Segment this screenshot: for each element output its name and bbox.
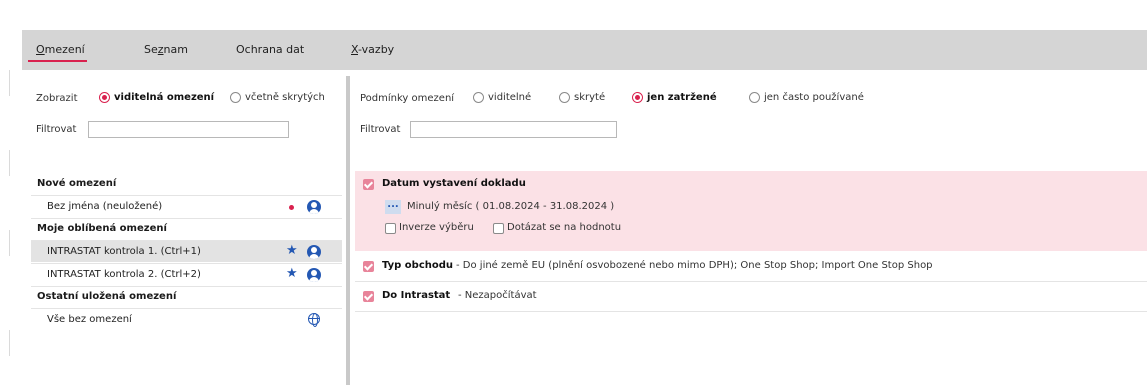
section-other-saved: Ostatní uložená omezení xyxy=(31,286,342,306)
list-item-label: Bez jména (neuložené) xyxy=(47,201,163,212)
radio-hidden[interactable] xyxy=(559,92,570,103)
edge-tick xyxy=(9,150,10,176)
condition-date-expanded: Datum vystavení dokladu ... Minulý měsíc… xyxy=(355,171,1147,251)
radio-show-visible-label[interactable]: viditelná omezení xyxy=(114,92,214,103)
condition-intrastat[interactable]: Do Intrastat - Nezapočítávat xyxy=(355,284,1147,310)
tab-bar: Omezení Seznam Ochrana dat X-vazby xyxy=(22,30,1147,70)
divider xyxy=(355,311,1147,312)
list-item-unsaved[interactable]: Bez jména (neuložené) xyxy=(31,195,342,217)
filter-label: Filtrovat xyxy=(360,124,401,135)
invert-selection-checkbox[interactable] xyxy=(385,223,396,234)
filter-label: Filtrovat xyxy=(36,124,77,135)
condition-value[interactable]: Minulý měsíc ( 01.08.2024 - 31.08.2024 ) xyxy=(407,201,614,212)
red-dot-icon xyxy=(289,205,294,210)
list-item-label: INTRASTAT kontrola 2. (Ctrl+2) xyxy=(47,269,201,280)
condition-title[interactable]: Datum vystavení dokladu xyxy=(382,178,526,189)
section-favorites: Moje oblíbená omezení xyxy=(31,218,342,238)
condition-trade-type[interactable]: Typ obchodu - Do jiné země EU (plnění os… xyxy=(355,254,1147,280)
filter-dialog: Omezení Seznam Ochrana dat X-vazby Zobra… xyxy=(22,30,1147,385)
tab-label: -vazby xyxy=(358,43,395,56)
show-label: Zobrazit xyxy=(36,93,78,104)
tab-accesskey: O xyxy=(36,43,45,56)
ask-value-label[interactable]: Dotázat se na hodnotu xyxy=(507,222,621,233)
edge-tick xyxy=(9,70,10,96)
user-circle-icon xyxy=(307,245,321,259)
tab-label: mezení xyxy=(44,43,85,56)
condition-value: - Do jiné země EU (plnění osvobozené neb… xyxy=(456,260,933,271)
list-item-other[interactable]: Vše bez omezení xyxy=(31,308,342,330)
star-icon[interactable]: ★ xyxy=(286,244,298,258)
radio-frequent-label[interactable]: jen často používané xyxy=(764,92,864,103)
radio-checked-only[interactable] xyxy=(632,92,643,103)
tab-omezeni[interactable]: Omezení xyxy=(36,43,85,56)
list-item-label: INTRASTAT kontrola 1. (Ctrl+1) xyxy=(47,246,201,257)
radio-show-hidden-label[interactable]: včetně skrytých xyxy=(245,92,325,103)
star-icon[interactable]: ★ xyxy=(286,267,298,281)
condition-title[interactable]: Typ obchodu xyxy=(382,260,453,271)
pane-splitter[interactable] xyxy=(344,76,353,385)
tab-seznam[interactable]: Seznam xyxy=(144,43,188,56)
condition-value: - Nezapočítávat xyxy=(458,290,537,301)
user-circle-icon xyxy=(307,200,321,214)
ask-value-checkbox[interactable] xyxy=(493,223,504,234)
tab-label: nam xyxy=(163,43,188,56)
window-left-edge xyxy=(0,0,22,385)
edge-tick xyxy=(9,330,10,356)
invert-selection-label[interactable]: Inverze výběru xyxy=(399,222,474,233)
active-tab-indicator xyxy=(28,60,87,62)
edge-tick xyxy=(9,230,10,256)
radio-frequent[interactable] xyxy=(749,92,760,103)
tab-label: Se xyxy=(144,43,158,56)
splitter-handle[interactable] xyxy=(346,76,350,385)
radio-show-hidden[interactable] xyxy=(230,92,241,103)
radio-visible-label[interactable]: viditelné xyxy=(488,92,531,103)
list-item-favorite[interactable]: INTRASTAT kontrola 1. (Ctrl+1) ★ xyxy=(31,240,342,262)
radio-hidden-label[interactable]: skryté xyxy=(574,92,605,103)
section-new-filter: Nové omezení xyxy=(37,178,117,189)
globe-icon xyxy=(308,313,320,327)
radio-checked-only-label[interactable]: jen zatržené xyxy=(647,92,717,103)
list-item-favorite[interactable]: INTRASTAT kontrola 2. (Ctrl+2) ★ xyxy=(31,263,342,285)
checkbox-checked-icon[interactable] xyxy=(363,261,374,272)
divider xyxy=(355,281,1147,282)
conditions-pane: Podmínky omezení viditelné skryté jen za… xyxy=(355,76,1147,385)
user-circle-icon xyxy=(307,268,321,282)
condition-title[interactable]: Do Intrastat xyxy=(382,290,450,301)
right-filter-input[interactable] xyxy=(410,121,617,138)
checkbox-checked-icon[interactable] xyxy=(363,179,374,190)
tab-label: Ochrana dat xyxy=(236,43,305,56)
tab-x-vazby[interactable]: X-vazby xyxy=(351,43,394,56)
list-item-label: Vše bez omezení xyxy=(47,314,132,325)
radio-show-visible[interactable] xyxy=(99,92,110,103)
radio-visible[interactable] xyxy=(473,92,484,103)
saved-filters-pane: Zobrazit viditelná omezení včetně skrytý… xyxy=(31,76,342,385)
conditions-label: Podmínky omezení xyxy=(360,93,455,104)
checkbox-checked-icon[interactable] xyxy=(363,291,374,302)
tab-accesskey: X xyxy=(351,43,358,56)
tab-ochrana-dat[interactable]: Ochrana dat xyxy=(236,43,304,56)
more-options-button[interactable]: ... xyxy=(385,200,401,214)
left-filter-input[interactable] xyxy=(88,121,289,138)
